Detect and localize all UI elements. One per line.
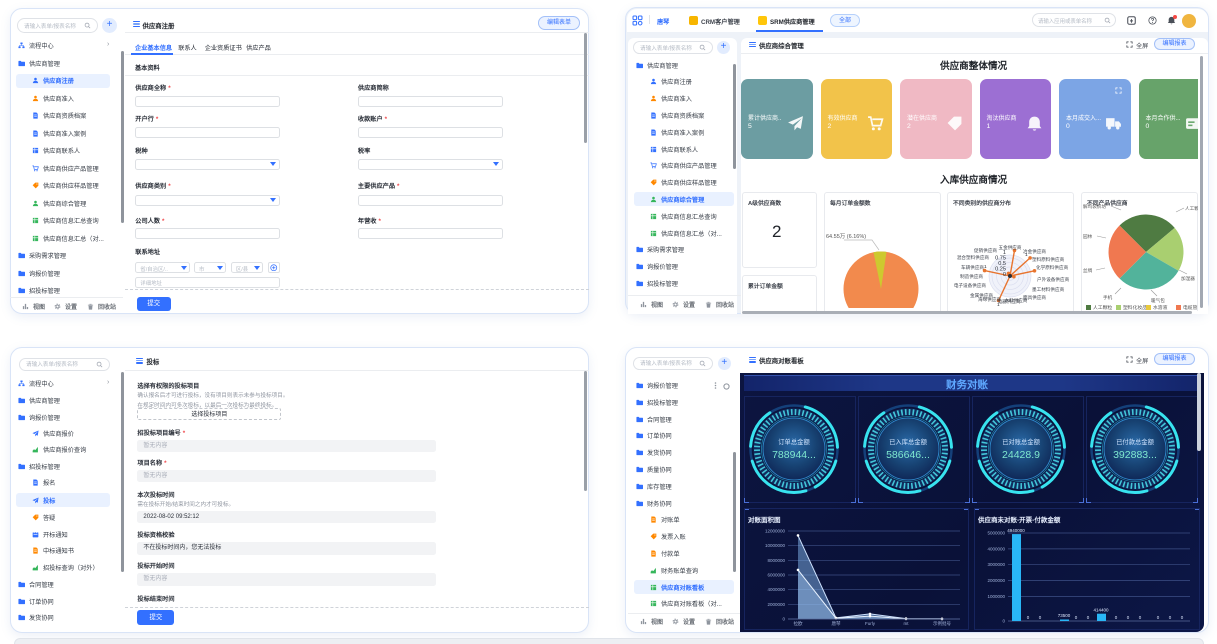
- svg-text:0: 0: [1169, 615, 1172, 620]
- svg-text:促销供应商: 促销供应商: [974, 247, 997, 254]
- svg-text:唐琴: 唐琴: [832, 620, 841, 627]
- svg-text:4000000: 4000000: [767, 587, 785, 592]
- svg-text:0: 0: [1181, 615, 1184, 620]
- svg-text:0: 0: [1087, 615, 1090, 620]
- svg-text:园林: 园林: [1083, 233, 1093, 240]
- svg-text:12000000: 12000000: [765, 528, 786, 533]
- svg-text:10000000: 10000000: [765, 543, 786, 548]
- svg-text:墨工材料供应商: 墨工材料供应商: [1032, 286, 1065, 293]
- svg-text:户外设备供应商: 户外设备供应商: [1037, 276, 1070, 283]
- svg-text:64.55万 (6.16%): 64.55万 (6.16%): [826, 233, 866, 240]
- svg-text:2000000: 2000000: [767, 601, 785, 606]
- svg-text:车辆供应商: 车辆供应商: [961, 264, 984, 271]
- svg-text:mt: mt: [904, 621, 910, 626]
- svg-text:电子设备供应商: 电子设备供应商: [954, 282, 987, 289]
- svg-text:0: 0: [1115, 615, 1118, 620]
- svg-text:化学原料供应商: 化学原料供应商: [1036, 264, 1069, 271]
- svg-text:暖气包: 暖气包: [1151, 297, 1165, 304]
- svg-text:6000000: 6000000: [767, 572, 785, 577]
- svg-text:塑料原料供应商: 塑料原料供应商: [1032, 256, 1065, 263]
- svg-text:手机: 手机: [1103, 294, 1113, 301]
- svg-text:0: 0: [1003, 272, 1006, 278]
- svg-text:制造供应商: 制造供应商: [960, 273, 983, 280]
- svg-text:已付款总金额: 已付款总金额: [1116, 437, 1154, 446]
- svg-text:丝绸: 丝绸: [1083, 267, 1093, 274]
- svg-text:混合塑料供应商: 混合塑料供应商: [957, 254, 990, 261]
- svg-text:加湿器: 加湿器: [1181, 275, 1195, 282]
- svg-text:人工颗粒: 人工颗粒: [1185, 205, 1198, 212]
- svg-text:0: 0: [1027, 615, 1030, 620]
- svg-text:0: 0: [1075, 615, 1078, 620]
- svg-text:5000000: 5000000: [987, 530, 1005, 535]
- svg-text:8000000: 8000000: [767, 557, 785, 562]
- svg-text:586646...: 586646...: [886, 449, 930, 461]
- svg-text:已对账总金额: 已对账总金额: [1002, 437, 1040, 446]
- svg-text:0: 0: [782, 616, 785, 621]
- svg-text:0: 0: [1139, 615, 1142, 620]
- svg-text:0: 0: [1127, 615, 1130, 620]
- svg-text:24428.9: 24428.9: [1002, 449, 1040, 461]
- svg-text:电器供应商: 电器供应商: [998, 298, 1021, 305]
- svg-text:五金供应商: 五金供应商: [999, 244, 1022, 251]
- svg-text:已入库总金额: 已入库总金额: [889, 437, 927, 446]
- svg-text:788944...: 788944...: [772, 449, 816, 461]
- svg-text:订单总金额: 订单总金额: [779, 437, 811, 446]
- svg-text:拉欧: 拉欧: [794, 620, 803, 627]
- svg-text:414400: 414400: [1093, 607, 1109, 612]
- svg-text:2000000: 2000000: [987, 578, 1005, 583]
- svg-text:73500: 73500: [1058, 613, 1071, 618]
- svg-text:1: 1: [984, 264, 987, 270]
- svg-text:解坞袋织坊: 解坞袋织坊: [1083, 203, 1106, 210]
- svg-text:392883...: 392883...: [1113, 449, 1157, 461]
- svg-text:金属供应商: 金属供应商: [970, 292, 993, 299]
- svg-text:示例批号: 示例批号: [933, 620, 951, 627]
- svg-text:4000000: 4000000: [987, 546, 1005, 551]
- svg-text:4940000: 4940000: [1007, 528, 1025, 533]
- svg-text:1000000: 1000000: [987, 593, 1005, 598]
- svg-text:3000000: 3000000: [987, 562, 1005, 567]
- svg-text:0: 0: [1157, 615, 1160, 620]
- svg-text:Furly: Furly: [865, 621, 876, 626]
- svg-text:冶金供应商: 冶金供应商: [1023, 248, 1046, 255]
- svg-text:0: 0: [1039, 615, 1042, 620]
- svg-text:0: 0: [1002, 618, 1005, 623]
